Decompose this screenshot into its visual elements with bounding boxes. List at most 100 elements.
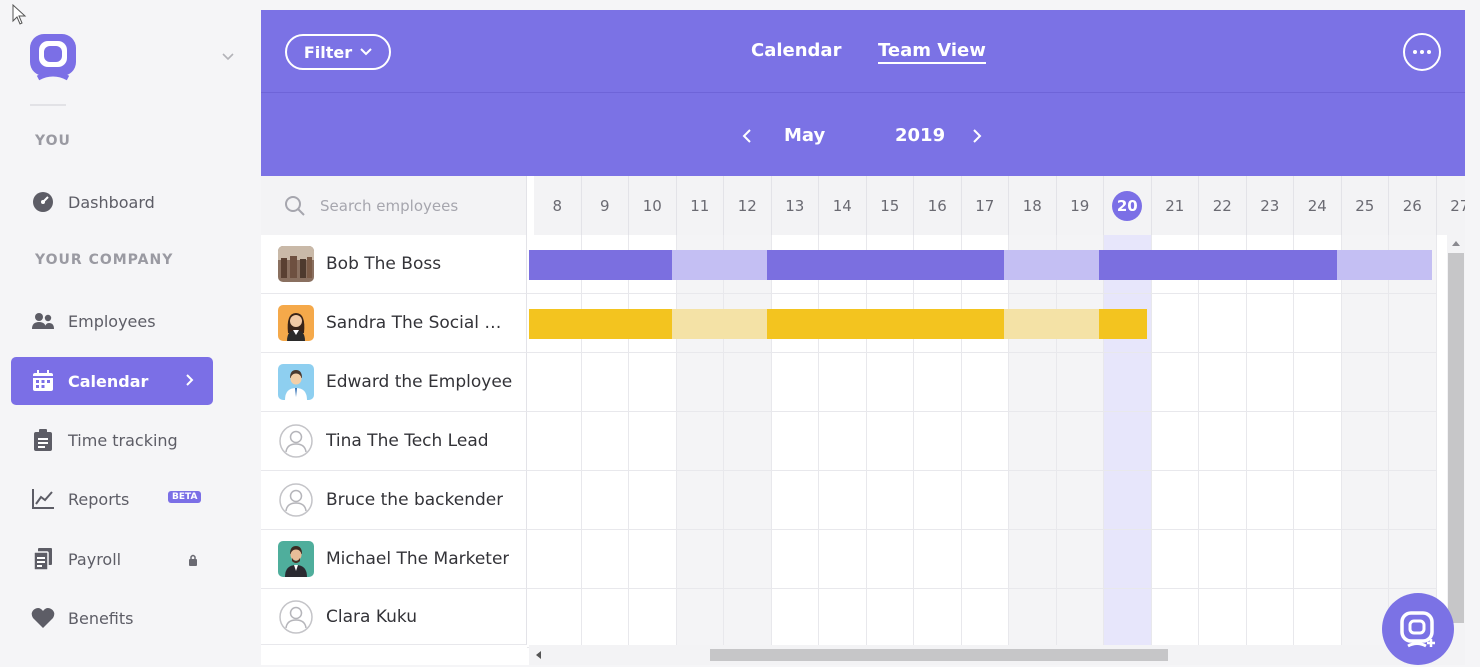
more-options-button[interactable] bbox=[1403, 33, 1441, 71]
tab-team-view[interactable]: Team View bbox=[878, 40, 986, 64]
sidebar-item-time-tracking[interactable]: Time tracking bbox=[11, 416, 213, 464]
calendar-icon bbox=[31, 369, 55, 393]
filter-button[interactable]: Filter bbox=[285, 34, 391, 70]
day-number: 8 bbox=[552, 196, 563, 215]
sidebar-item-reports[interactable]: Reports BETA bbox=[11, 475, 213, 523]
day-header: 21 bbox=[1151, 176, 1199, 235]
day-header: 18 bbox=[1009, 176, 1057, 235]
day-column[interactable] bbox=[1247, 235, 1294, 645]
top-bar: Filter Calendar Team View bbox=[261, 10, 1465, 92]
user-placeholder-icon bbox=[278, 482, 314, 518]
day-column[interactable] bbox=[1294, 235, 1342, 645]
add-employee-fab-button[interactable] bbox=[1382, 593, 1454, 665]
row-divider bbox=[527, 293, 1437, 294]
day-column[interactable] bbox=[1104, 235, 1152, 645]
next-month-button[interactable] bbox=[972, 127, 982, 148]
avatar bbox=[278, 364, 314, 400]
day-column[interactable] bbox=[534, 235, 582, 645]
employee-row[interactable]: Michael The Marketer bbox=[261, 530, 527, 589]
avatar bbox=[278, 305, 314, 341]
day-column[interactable] bbox=[1056, 235, 1104, 645]
beta-badge: BETA bbox=[168, 491, 202, 503]
scroll-left-icon[interactable] bbox=[534, 650, 542, 660]
day-number: 26 bbox=[1402, 196, 1422, 215]
day-column[interactable] bbox=[962, 235, 1009, 645]
day-column[interactable] bbox=[629, 235, 677, 645]
vertical-scrollbar[interactable] bbox=[1447, 235, 1465, 645]
day-number: 10 bbox=[642, 196, 662, 215]
day-number: 22 bbox=[1212, 196, 1232, 215]
scroll-up-icon[interactable] bbox=[1451, 239, 1461, 247]
vertical-scrollbar-thumb[interactable] bbox=[1448, 253, 1464, 623]
employee-row[interactable]: Clara Kuku bbox=[261, 589, 527, 645]
sidebar: YOU Dashboard YOUR COMPANY Employees Cal… bbox=[0, 0, 245, 667]
app-logo[interactable] bbox=[28, 32, 78, 82]
month-bar: May 2019 bbox=[261, 92, 1465, 176]
absence-bar-bob[interactable] bbox=[671, 250, 767, 280]
day-column[interactable] bbox=[582, 235, 629, 645]
sidebar-item-calendar[interactable]: Calendar bbox=[11, 357, 213, 405]
prev-month-button[interactable] bbox=[742, 127, 752, 148]
day-column[interactable] bbox=[1009, 235, 1057, 645]
section-label-company: YOUR COMPANY bbox=[35, 252, 174, 268]
day-column[interactable] bbox=[1389, 235, 1437, 645]
day-number: 20 bbox=[1112, 190, 1143, 221]
absence-bar-sandra[interactable] bbox=[1004, 309, 1099, 339]
employee-row[interactable]: Bob The Boss bbox=[261, 235, 527, 294]
employee-search[interactable]: Search employees bbox=[261, 176, 527, 235]
search-input[interactable]: Search employees bbox=[320, 197, 458, 215]
app-root: YOU Dashboard YOUR COMPANY Employees Cal… bbox=[0, 0, 1480, 667]
day-column[interactable] bbox=[1341, 235, 1389, 645]
absence-bar-sandra[interactable] bbox=[529, 309, 672, 339]
absence-bar-bob[interactable] bbox=[529, 250, 672, 280]
day-column[interactable] bbox=[676, 235, 724, 645]
day-number: 24 bbox=[1307, 196, 1327, 215]
heart-icon bbox=[31, 606, 55, 630]
day-column[interactable] bbox=[819, 235, 867, 645]
horizontal-scrollbar[interactable] bbox=[529, 645, 1465, 665]
day-number: 17 bbox=[975, 196, 995, 215]
horizontal-scrollbar-thumb[interactable] bbox=[710, 649, 1168, 661]
day-column[interactable] bbox=[1152, 235, 1199, 645]
sidebar-item-dashboard[interactable]: Dashboard bbox=[11, 178, 213, 226]
sidebar-item-employees[interactable]: Employees bbox=[11, 297, 213, 345]
year-label[interactable]: 2019 bbox=[895, 125, 945, 146]
search-icon bbox=[285, 195, 305, 216]
avatar bbox=[278, 541, 314, 577]
employee-row[interactable]: Tina The Tech Lead bbox=[261, 412, 527, 471]
sidebar-item-benefits[interactable]: Benefits bbox=[11, 594, 213, 642]
absence-bar-bob[interactable] bbox=[766, 250, 1004, 280]
day-header: 12 bbox=[724, 176, 772, 235]
employee-name: Sandra The Social Media Manager bbox=[326, 313, 516, 333]
day-header: 17 bbox=[961, 176, 1009, 235]
absence-bar-sandra[interactable] bbox=[766, 309, 1004, 339]
filter-label: Filter bbox=[303, 42, 353, 62]
user-placeholder-icon bbox=[278, 599, 314, 635]
day-column[interactable] bbox=[772, 235, 819, 645]
day-number: 21 bbox=[1165, 196, 1185, 215]
employee-row[interactable]: Edward the Employee bbox=[261, 353, 527, 412]
day-column[interactable] bbox=[914, 235, 962, 645]
absence-bar-bob[interactable] bbox=[1099, 250, 1337, 280]
day-column[interactable] bbox=[867, 235, 914, 645]
absence-bar-sandra[interactable] bbox=[1099, 309, 1147, 339]
section-label-you: YOU bbox=[35, 133, 71, 149]
sidebar-item-payroll[interactable]: Payroll bbox=[11, 535, 213, 583]
tab-calendar[interactable]: Calendar bbox=[751, 40, 841, 61]
day-number: 23 bbox=[1260, 196, 1280, 215]
employee-row[interactable]: Sandra The Social Media Manager bbox=[261, 294, 527, 353]
calendar-panel: Filter Calendar Team View May 2019 Searc… bbox=[261, 10, 1465, 665]
day-number: 15 bbox=[880, 196, 900, 215]
absence-bar-bob[interactable] bbox=[1336, 250, 1432, 280]
employee-row[interactable]: Bruce the backender bbox=[261, 471, 527, 530]
chevron-down-icon[interactable] bbox=[221, 50, 235, 66]
row-divider bbox=[527, 411, 1437, 412]
absence-bar-bob[interactable] bbox=[1004, 250, 1099, 280]
day-header: 9 bbox=[581, 176, 629, 235]
absence-bar-sandra[interactable] bbox=[671, 309, 767, 339]
day-column[interactable] bbox=[1199, 235, 1247, 645]
user-placeholder-icon bbox=[278, 423, 314, 459]
day-column[interactable] bbox=[724, 235, 772, 645]
month-label[interactable]: May bbox=[784, 125, 825, 146]
chevron-right-icon bbox=[973, 129, 982, 143]
